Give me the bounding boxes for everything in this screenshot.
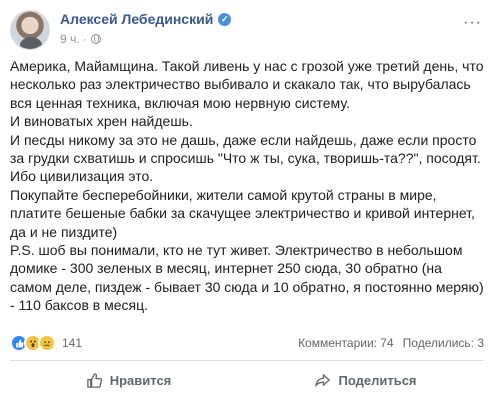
thumbs-up-icon [86, 372, 102, 388]
post-text-line: самом деле, пиздеж - бывает 30 сюда и 10… [10, 278, 484, 295]
post-text-line: да и не пиздите) [10, 223, 118, 240]
post-text-line: P.S. шоб вы понимали, кто не тут живет. … [10, 242, 463, 259]
post-text-line: Америка, Майамщина. Такой ливень у нас с… [10, 58, 484, 74]
post-text-line: домике - 300 зеленых в месяц, интернет 2… [10, 260, 442, 277]
post-meta: 9 ч. · [60, 32, 101, 46]
post-text-line: несколько раз электричество выбивало и с… [10, 76, 471, 93]
reaction-count: 141 [62, 336, 83, 350]
comments-count-link[interactable]: Комментарии: 74 [298, 336, 394, 350]
post-body: Америка, Майамщина. Такой ливень у нас с… [10, 57, 488, 315]
verified-badge-icon: ✓ [218, 12, 232, 26]
post-text-line: И виноватых хрен найдешь. [10, 113, 193, 130]
meta-separator: · [82, 32, 87, 46]
post-text-line: вся ценная техника, включая мою нервную … [10, 94, 350, 111]
sad-icon [38, 334, 56, 352]
share-arrow-icon [315, 373, 331, 387]
action-bar: Нравится Поделиться [10, 364, 484, 396]
post-text-line: И песды никому за это не дашь, даже если… [10, 131, 477, 148]
more-options-icon[interactable]: ··· [463, 14, 482, 32]
post-text-line: платите бешеные бабки за скачущее электр… [10, 205, 475, 222]
like-button-label: Нравится [109, 372, 172, 388]
reactions-summary[interactable]: 141 [10, 333, 82, 353]
share-button[interactable]: Поделиться [247, 364, 484, 396]
engagement-counts: Комментарии: 74 Поделились: 3 [298, 336, 484, 350]
shares-count-link[interactable]: Поделились: 3 [403, 336, 484, 350]
author-name-row: Алексей Лебединский ✓ [60, 11, 232, 27]
post-text-line: за грудки схватишь и спросишь "Что ж ты,… [10, 150, 481, 167]
post-text-line: Покупайте бесперебойники, жители самой к… [10, 186, 437, 203]
post-text-line: Ибо цивилизация это. [10, 168, 154, 185]
globe-icon [90, 34, 101, 44]
post-time[interactable]: 9 ч. [60, 32, 80, 46]
author-name[interactable]: Алексей Лебединский [60, 11, 213, 27]
share-button-label: Поделиться [338, 372, 417, 388]
post-text-line: - 110 баксов в месяц. [10, 297, 149, 314]
divider [10, 360, 484, 361]
post-header: Алексей Лебединский ✓ 9 ч. · ··· [10, 8, 484, 54]
avatar[interactable] [10, 10, 50, 50]
like-button[interactable]: Нравится [10, 364, 247, 396]
